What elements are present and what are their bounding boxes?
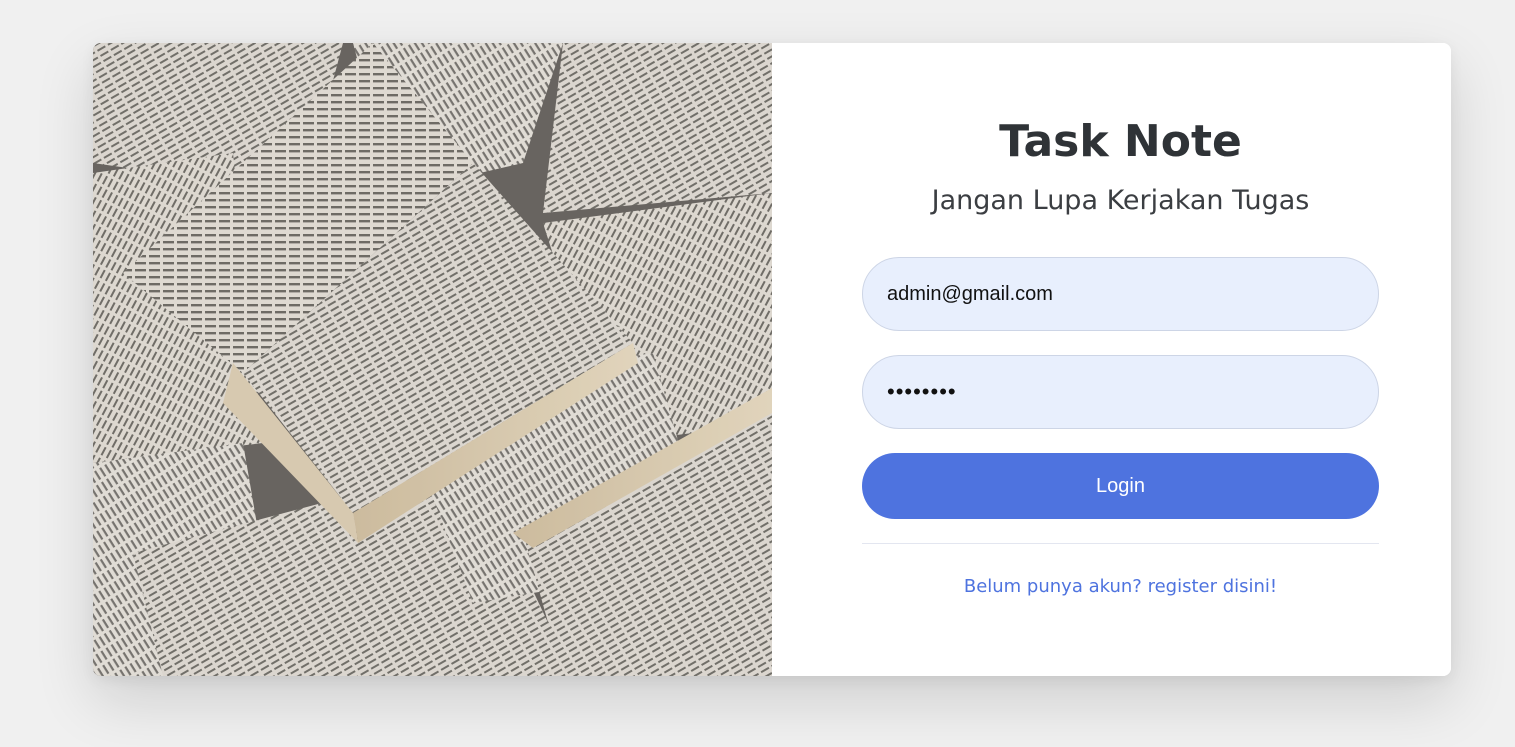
app-subtitle: Jangan Lupa Kerjakan Tugas — [931, 185, 1310, 216]
divider — [862, 543, 1379, 544]
app-title: Task Note — [999, 116, 1242, 167]
login-card: Task Note Jangan Lupa Kerjakan Tugas Log… — [93, 43, 1451, 676]
books-photo-panel — [93, 43, 772, 676]
register-link[interactable]: Belum punya akun? register disini! — [862, 576, 1379, 597]
login-form-panel: Task Note Jangan Lupa Kerjakan Tugas Log… — [772, 43, 1451, 676]
password-field[interactable] — [862, 355, 1379, 429]
email-field[interactable] — [862, 257, 1379, 331]
open-books-image — [93, 43, 772, 676]
login-button[interactable]: Login — [862, 453, 1379, 519]
